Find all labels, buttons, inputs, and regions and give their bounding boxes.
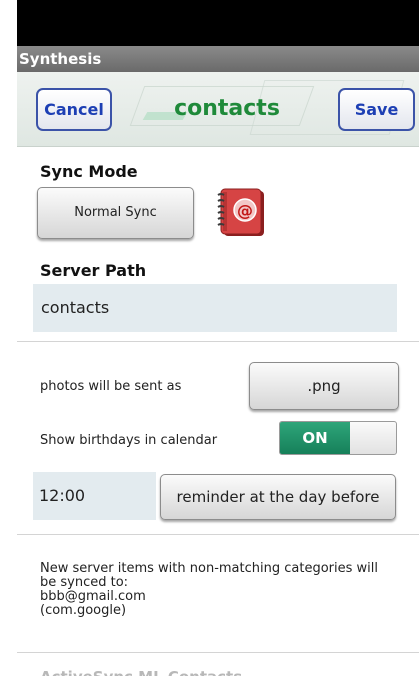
photos-format-label: photos will be sent as	[40, 379, 182, 394]
header-toolbar: Cancel contacts Save	[17, 72, 419, 147]
page-title: contacts	[174, 96, 280, 121]
server-path-label: Server Path	[40, 261, 147, 280]
save-button[interactable]: Save	[338, 88, 415, 131]
left-margin	[0, 0, 17, 676]
category-sync-text: New server items with non-matching categ…	[40, 561, 378, 576]
photo-format-button[interactable]: .png	[249, 362, 399, 410]
sync-account-email: bbb@gmail.com	[40, 589, 146, 604]
birthdays-toggle[interactable]: ON	[279, 421, 397, 455]
birthdays-label: Show birthdays in calendar	[40, 433, 218, 448]
section-divider	[17, 534, 419, 535]
section-divider	[17, 652, 419, 653]
address-book-icon: @	[214, 186, 268, 238]
section-divider	[17, 341, 419, 342]
cancel-button[interactable]: Cancel	[36, 88, 112, 131]
server-path-input[interactable]: contacts	[33, 284, 397, 332]
sync-account-type: (com.google)	[40, 603, 127, 618]
reminder-button[interactable]: reminder at the day before	[160, 474, 396, 520]
svg-text:@: @	[237, 201, 253, 220]
sync-mode-button[interactable]: Normal Sync	[37, 187, 194, 239]
category-sync-text: be synced to:	[40, 575, 129, 590]
toggle-on-state: ON	[280, 422, 350, 454]
category-sync-info: New server items with non-matching categ…	[40, 562, 400, 618]
next-section-heading: ActiveSync ML Contacts	[40, 668, 242, 676]
reminder-time-field[interactable]: 12:00	[33, 472, 156, 520]
sync-mode-label: Sync Mode	[40, 162, 138, 181]
app-title: Synthesis	[17, 46, 419, 72]
status-bar	[17, 0, 419, 46]
